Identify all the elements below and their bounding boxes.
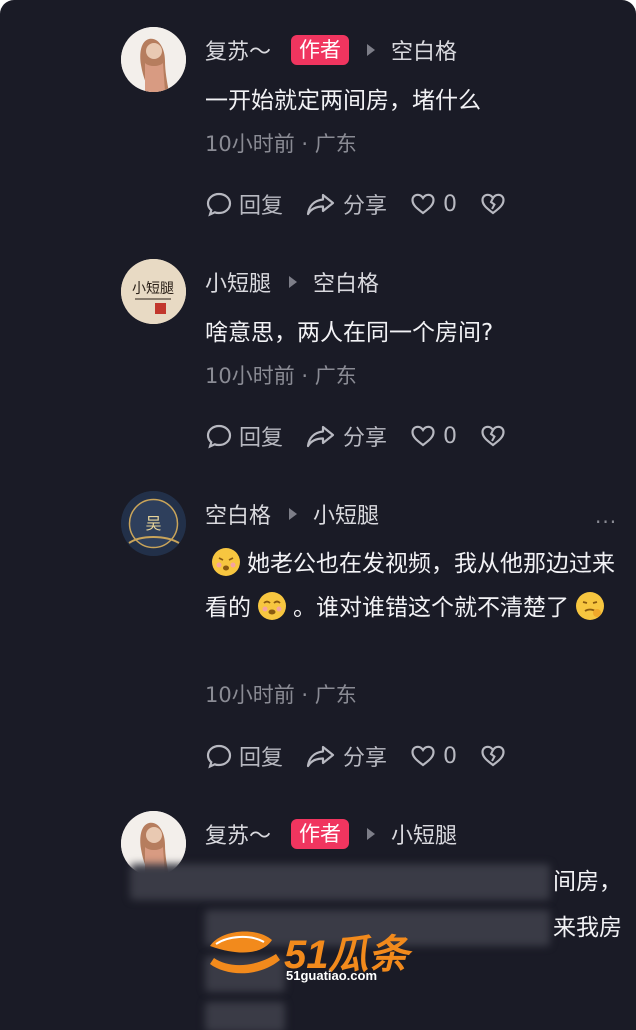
reply-button[interactable]: 回复	[205, 420, 283, 452]
share-icon	[306, 193, 335, 216]
comment-icon	[206, 744, 232, 769]
watermark-logo: 51瓜条 51guatiao.com	[206, 920, 436, 990]
comment-panel: 复苏～ 作者 空白格 一开始就定两间房，堵什么 10小时前 · 广东 回复 分享…	[0, 0, 636, 1030]
more-icon[interactable]: ···	[595, 510, 617, 534]
comment-actions: 回复 分享 0	[205, 420, 535, 452]
reply-arrow-icon	[367, 44, 376, 56]
share-icon	[306, 425, 335, 448]
broken-heart-icon	[481, 425, 505, 447]
username[interactable]: 复苏～	[205, 34, 271, 66]
reply-arrow-icon	[289, 508, 298, 520]
blurred-text	[205, 1002, 285, 1030]
comment-actions: 回复 分享 0	[205, 188, 535, 220]
svg-text:吴: 吴	[145, 514, 161, 533]
share-label: 分享	[343, 746, 388, 771]
author-badge: 作者	[291, 35, 350, 65]
watermark-url: 51guatiao.com	[286, 968, 378, 983]
comment-icon	[206, 192, 232, 217]
avatar[interactable]: 吴	[121, 491, 186, 556]
like-button[interactable]: 0	[409, 190, 457, 218]
flushed-face-emoji-icon	[257, 591, 287, 621]
comment-header: 小短腿 空白格	[205, 266, 379, 298]
reply-to-username[interactable]: 空白格	[391, 34, 457, 66]
pensive-face-emoji-icon	[211, 547, 241, 577]
heart-icon	[411, 745, 435, 767]
comment-header: 空白格 小短腿	[205, 498, 379, 530]
comment-meta: 10小时前 · 广东	[205, 364, 357, 388]
comment-text: 她老公也在发视频，我从他那边过来看的 。谁对谁错这个就不清楚了	[205, 542, 625, 630]
comment-text: 啥意思，两人在同一个房间?	[205, 320, 494, 346]
comment-text-fragment: 间房，	[553, 869, 622, 895]
dislike-button[interactable]	[479, 742, 513, 770]
broken-heart-icon	[481, 193, 505, 215]
blurred-text	[130, 864, 550, 900]
share-label: 分享	[343, 426, 388, 451]
heart-icon	[411, 425, 435, 447]
comment-text: 一开始就定两间房，堵什么	[205, 88, 481, 114]
like-count: 0	[443, 423, 458, 449]
dislike-button[interactable]	[479, 422, 513, 450]
reply-label: 回复	[239, 194, 284, 219]
like-count: 0	[443, 743, 458, 769]
reply-to-username[interactable]: 小短腿	[313, 498, 379, 530]
share-button[interactable]: 分享	[305, 740, 387, 772]
reply-label: 回复	[239, 426, 284, 451]
dislike-button[interactable]	[479, 190, 513, 218]
reply-to-username[interactable]: 小短腿	[391, 818, 457, 850]
reply-to-username[interactable]: 空白格	[313, 266, 379, 298]
comment-actions: 回复 分享 0	[205, 740, 535, 772]
like-button[interactable]: 0	[409, 422, 457, 450]
username[interactable]: 复苏～	[205, 818, 271, 850]
share-button[interactable]: 分享	[305, 420, 387, 452]
comment-meta: 10小时前 · 广东	[205, 132, 357, 156]
reply-arrow-icon	[289, 276, 298, 288]
comment-text-fragment: 来我房	[553, 915, 622, 941]
username[interactable]: 小短腿	[205, 266, 271, 298]
svg-text:小短腿: 小短腿	[132, 281, 174, 297]
comment-header: 复苏～ 作者 空白格	[205, 34, 457, 66]
reply-button[interactable]: 回复	[205, 740, 283, 772]
like-count: 0	[443, 191, 458, 217]
watermark-melon-icon	[210, 931, 280, 974]
avatar[interactable]	[121, 27, 186, 92]
comment-meta: 10小时前 · 广东	[205, 683, 357, 707]
thinking-face-emoji-icon	[575, 591, 605, 621]
reply-label: 回复	[239, 746, 284, 771]
share-button[interactable]: 分享	[305, 188, 387, 220]
username[interactable]: 空白格	[205, 498, 271, 530]
reply-arrow-icon	[367, 828, 376, 840]
reply-button[interactable]: 回复	[205, 188, 283, 220]
comment-icon	[206, 424, 232, 449]
like-button[interactable]: 0	[409, 742, 457, 770]
share-icon	[306, 745, 335, 768]
author-badge: 作者	[291, 819, 350, 849]
share-label: 分享	[343, 194, 388, 219]
comment-text-part: 。谁对谁错这个就不清楚了	[293, 595, 569, 621]
broken-heart-icon	[481, 745, 505, 767]
heart-icon	[411, 193, 435, 215]
comment-header: 复苏～ 作者 小短腿	[205, 818, 457, 850]
avatar[interactable]: 小短腿	[121, 259, 186, 324]
